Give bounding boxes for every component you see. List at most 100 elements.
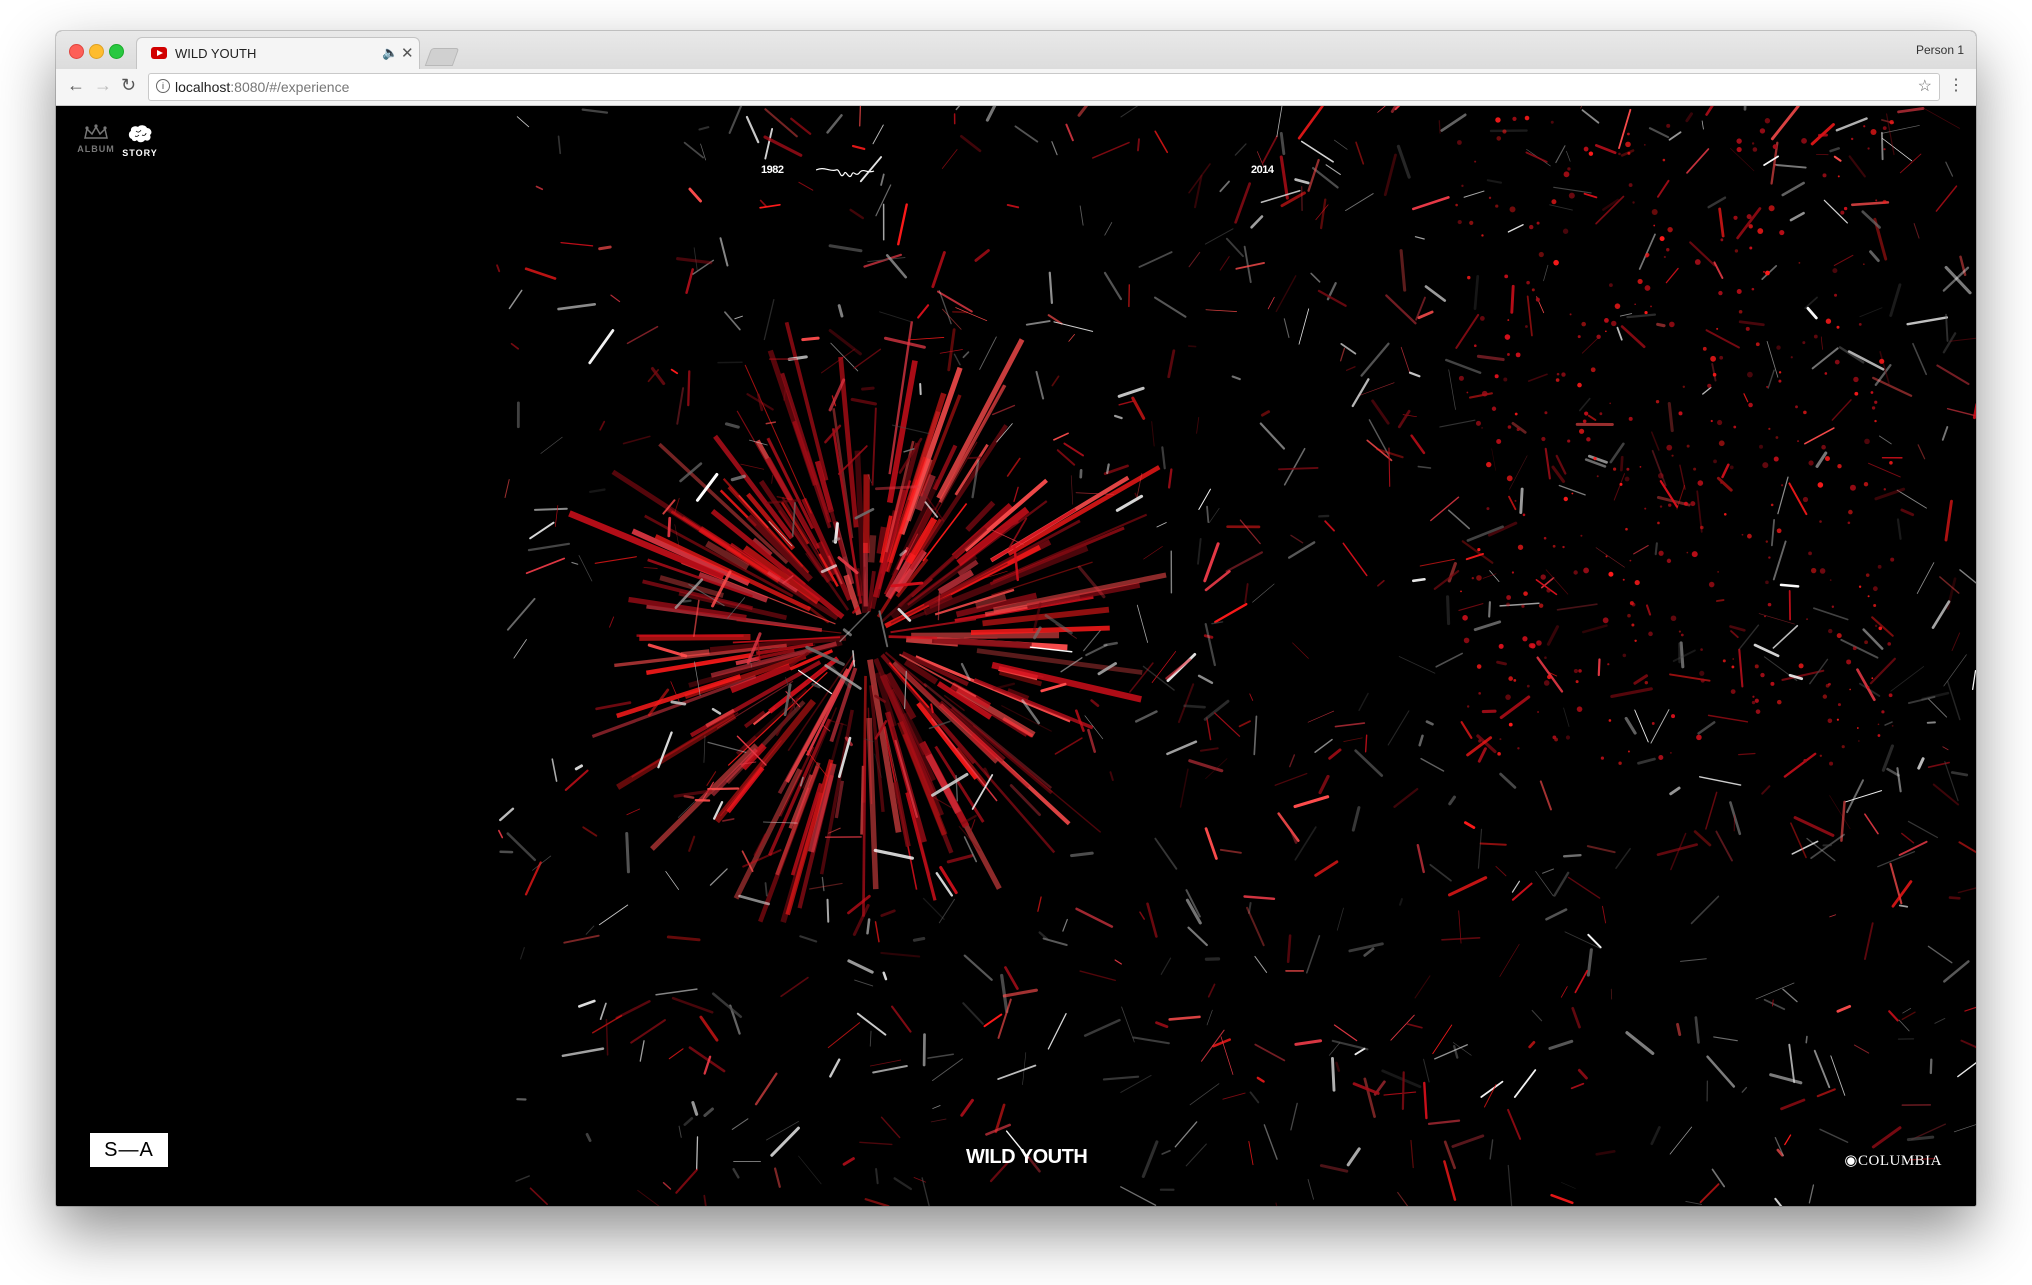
- album-nav-button[interactable]: ALBUM: [76, 124, 116, 154]
- particle-dot: [1512, 116, 1517, 121]
- ribbon-streak: [1770, 106, 1800, 141]
- ribbon-streak: [1000, 973, 1009, 1014]
- back-arrow-icon[interactable]: ←: [67, 75, 85, 95]
- particle-dot: [1637, 278, 1643, 285]
- ribbon-streak: [1772, 624, 1799, 649]
- profile-button[interactable]: Person 1: [1916, 43, 1964, 57]
- new-tab-button[interactable]: [424, 48, 460, 66]
- particle-dot: [1764, 615, 1766, 618]
- particle-dot: [1471, 576, 1475, 580]
- particle-dot: [1686, 444, 1690, 448]
- ribbon-streak: [1486, 179, 1503, 184]
- particle-dot: [1644, 507, 1647, 510]
- ribbon-streak: [820, 348, 856, 374]
- forward-arrow-icon[interactable]: →: [94, 75, 112, 95]
- particle-dot: [1693, 467, 1697, 471]
- close-window-button[interactable]: [69, 44, 84, 59]
- columbia-logo[interactable]: ◉COLUMBIA: [1844, 1151, 1942, 1170]
- ribbon-streak: [1070, 851, 1094, 858]
- ribbon-streak: [1051, 141, 1058, 156]
- ribbon-streak: [1166, 740, 1198, 756]
- minimize-window-button[interactable]: [89, 44, 104, 59]
- ribbon-streak: [1896, 767, 1902, 793]
- ribbon-streak: [1583, 192, 1598, 199]
- maximize-window-button[interactable]: [109, 44, 124, 59]
- ribbon-streak: [1383, 153, 1397, 197]
- particle-dot: [1611, 320, 1617, 327]
- ribbon-streak: [1138, 251, 1173, 268]
- ribbon-streak: [1168, 1015, 1201, 1021]
- timeline-waveform[interactable]: [816, 162, 876, 186]
- particle-dot: [1583, 567, 1590, 574]
- particle-dot: [1456, 140, 1462, 145]
- ribbon-streak: [1387, 710, 1410, 746]
- particle-dot: [1624, 476, 1630, 482]
- experience-canvas-area: ALBUM STORY 1982 2014 S—A WILD YOUTH ◉CO…: [56, 106, 1976, 1206]
- ribbon-streak: [625, 831, 630, 874]
- particle-dot: [1882, 199, 1887, 204]
- ribbon-streak: [1035, 370, 1045, 400]
- particle-dot: [1712, 372, 1717, 377]
- ribbon-streak: [1705, 106, 1714, 116]
- ribbon-streak: [1206, 1009, 1213, 1026]
- ribbon-streak: [1882, 138, 1913, 162]
- ribbon-streak: [738, 894, 770, 906]
- ribbon-streak: [1936, 364, 1970, 386]
- story-nav-button[interactable]: STORY: [120, 124, 160, 158]
- particle-dot: [1497, 752, 1501, 756]
- ribbon-streak: [647, 643, 688, 658]
- speaker-icon[interactable]: 🔈: [382, 45, 398, 61]
- ribbon-streak: [703, 1194, 707, 1206]
- ribbon-streak: [1570, 1082, 1585, 1090]
- title-bar: WILD YOUTH 🔈 ✕ Person 1: [56, 31, 1976, 70]
- particle-dot: [1537, 710, 1540, 713]
- particle-dot: [1514, 499, 1517, 502]
- ribbon-streak: [1578, 397, 1591, 412]
- particle-dot: [1736, 138, 1742, 144]
- particle-dot: [1526, 280, 1530, 285]
- ribbon-streak: [1483, 1084, 1497, 1108]
- ribbon-streak: [1432, 1024, 1453, 1055]
- particle-dot: [1466, 705, 1470, 708]
- close-tab-icon[interactable]: ✕: [401, 44, 414, 62]
- address-bar[interactable]: i localhost:8080/#/experience ☆: [148, 73, 1940, 101]
- particle-dot: [1763, 270, 1766, 273]
- particle-dot: [1710, 355, 1717, 362]
- particle-dot: [1822, 173, 1827, 178]
- particle-dot: [1524, 115, 1530, 121]
- particle-dot: [1614, 303, 1621, 309]
- particle-dot: [1749, 246, 1753, 250]
- ribbon-streak: [1510, 284, 1515, 314]
- ribbon-streak: [1004, 966, 1019, 990]
- ribbon-streak: [655, 988, 698, 996]
- ribbon-streak: [1104, 222, 1113, 236]
- info-icon[interactable]: i: [156, 79, 170, 93]
- particle-dot: [1517, 747, 1520, 750]
- ribbon-streak: [1318, 774, 1330, 795]
- ribbon-streak: [1156, 522, 1167, 528]
- ribbon-streak: [798, 1155, 822, 1185]
- ribbon-streak: [1200, 1029, 1225, 1062]
- ribbon-streak: [1151, 421, 1155, 447]
- ribbon-streak: [1586, 948, 1593, 977]
- particle-dot: [1808, 551, 1812, 556]
- ribbon-streak: [745, 115, 760, 144]
- bookmark-star-icon[interactable]: ☆: [1918, 76, 1932, 96]
- ribbon-streak: [1736, 207, 1762, 240]
- menu-dots-icon[interactable]: ⋮: [1948, 75, 1964, 95]
- ribbon-streak: [742, 849, 782, 868]
- browser-tab[interactable]: WILD YOUTH 🔈 ✕: [136, 37, 420, 70]
- ribbon-streak: [1376, 448, 1404, 459]
- ribbon-streak: [1730, 148, 1755, 172]
- particle-dot: [1776, 699, 1782, 705]
- particle-dot: [1523, 591, 1528, 596]
- particle-dot: [1596, 334, 1601, 339]
- reload-icon[interactable]: ↻: [121, 75, 136, 95]
- ribbon-streak: [1187, 345, 1197, 348]
- ribbon-streak: [1665, 267, 1679, 284]
- particle-visualization[interactable]: [56, 106, 1976, 1206]
- ribbon-streak: [1513, 1069, 1537, 1098]
- ribbon-streak: [1408, 371, 1421, 378]
- ribbon-streak: [1460, 721, 1473, 739]
- sa-logo[interactable]: S—A: [90, 1133, 168, 1167]
